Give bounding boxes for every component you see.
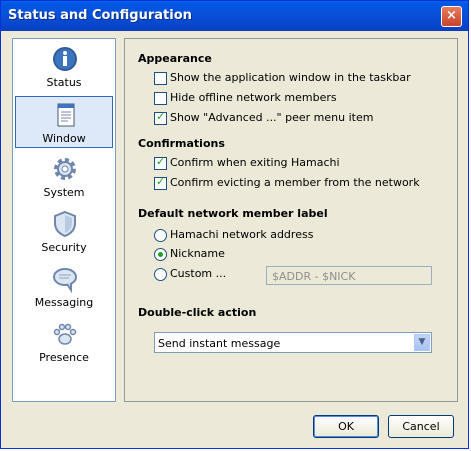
radio-label: Hamachi network address: [170, 228, 314, 241]
sidebar-item-label: Security: [41, 241, 87, 254]
sidebar-item-system[interactable]: System: [15, 151, 113, 203]
sidebar-item-label: Messaging: [34, 296, 94, 309]
member-label-heading: Default network member label: [138, 207, 328, 220]
selected-option: Send instant message: [158, 337, 281, 350]
checkbox[interactable]: [154, 72, 167, 85]
checkbox[interactable]: [154, 110, 167, 125]
radio-button[interactable]: [154, 248, 167, 261]
sidebar-item-label: Window: [42, 132, 86, 145]
shield-icon: [54, 210, 76, 238]
checkbox[interactable]: [154, 175, 167, 190]
checkbox-label: Hide offline network members: [170, 91, 337, 104]
confirmations-heading: Confirmations: [138, 137, 225, 150]
custom-label-field[interactable]: $ADDR - $NICK: [266, 266, 432, 285]
sidebar: Status Window System Security Messaging …: [12, 38, 116, 402]
checkbox[interactable]: [154, 92, 167, 105]
sidebar-item-label: Presence: [39, 351, 89, 364]
status-configuration-dialog: Status and Configuration × Status Window: [0, 0, 469, 449]
radio-button[interactable]: [154, 229, 167, 242]
checkbox-label: Show the application window in the taskb…: [170, 71, 411, 84]
sidebar-item-label: Status: [46, 76, 82, 89]
sidebar-item-security[interactable]: Security: [15, 206, 113, 258]
checkbox-label: Confirm evicting a member from the netwo…: [170, 176, 420, 189]
radio-label: Custom ...: [170, 267, 227, 280]
appearance-heading: Appearance: [138, 52, 212, 65]
info-icon: [53, 47, 77, 71]
checkbox-label: Show "Advanced ..." peer menu item: [170, 111, 374, 124]
sidebar-item-status[interactable]: Status: [15, 41, 113, 93]
gear-icon: [54, 158, 76, 180]
close-button[interactable]: ×: [441, 6, 462, 27]
sidebar-item-label: System: [43, 186, 85, 199]
settings-panel: Appearance Show the application window i…: [124, 38, 458, 402]
checkbox-label: Confirm when exiting Hamachi: [170, 156, 340, 169]
chat-bubble-icon: [53, 268, 77, 293]
radio-label: Nickname: [170, 247, 225, 260]
ok-button[interactable]: OK: [313, 415, 379, 438]
double-click-action-select[interactable]: Send instant message ▼: [154, 332, 432, 353]
double-click-heading: Double-click action: [138, 306, 257, 319]
radio-button[interactable]: [154, 268, 167, 281]
paw-icon: [53, 323, 77, 345]
title-bar: Status and Configuration ×: [1, 1, 468, 31]
window-icon: [57, 103, 75, 127]
sidebar-item-messaging[interactable]: Messaging: [15, 261, 113, 313]
cancel-button[interactable]: Cancel: [388, 415, 454, 438]
sidebar-item-window[interactable]: Window: [15, 96, 113, 148]
chevron-down-icon[interactable]: ▼: [414, 334, 430, 351]
window-title: Status and Configuration: [8, 8, 192, 23]
sidebar-item-presence[interactable]: Presence: [15, 316, 113, 368]
checkbox[interactable]: [154, 155, 167, 170]
